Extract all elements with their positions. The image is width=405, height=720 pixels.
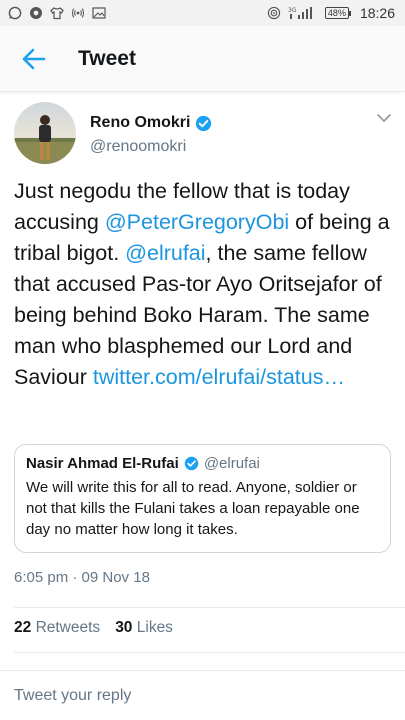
verified-badge-icon bbox=[184, 456, 199, 471]
whatsapp-icon bbox=[8, 6, 22, 20]
quoted-author-row: Nasir Ahmad El-Rufai @elrufai bbox=[26, 455, 379, 472]
back-arrow-icon bbox=[22, 48, 46, 69]
reply-placeholder: Tweet your reply bbox=[14, 686, 132, 704]
likes-label: Likes bbox=[136, 619, 173, 636]
broadcast-icon bbox=[71, 6, 85, 20]
retweets-count: 22 bbox=[14, 619, 32, 636]
battery-level: 48 bbox=[327, 8, 338, 18]
retweets-label: Retweets bbox=[35, 619, 101, 636]
quoted-author-name: Nasir Ahmad El-Rufai bbox=[26, 455, 179, 472]
mention-link[interactable]: @elrufai bbox=[125, 241, 205, 265]
author-name[interactable]: Reno Omokri bbox=[90, 114, 190, 132]
network-type-label: 3G bbox=[288, 7, 297, 14]
back-button[interactable] bbox=[18, 43, 50, 75]
page-title: Tweet bbox=[78, 46, 136, 70]
status-bar: 3G 48% 18:26 bbox=[0, 0, 405, 26]
browser-icon bbox=[29, 6, 43, 20]
likes-stat[interactable]: 30 Likes bbox=[115, 619, 173, 637]
tweet-stats: 22 Retweets 30 Likes bbox=[14, 619, 173, 637]
likes-count: 30 bbox=[115, 619, 133, 636]
author-name-row: Reno Omokri bbox=[90, 114, 212, 132]
shirt-icon bbox=[50, 6, 64, 20]
quoted-author-handle: @elrufai bbox=[203, 455, 260, 472]
mention-link[interactable]: @PeterGregoryObi bbox=[105, 210, 289, 234]
tweet-text: Just negodu the fellow that is today acc… bbox=[14, 176, 398, 393]
author-avatar[interactable] bbox=[14, 102, 76, 164]
image-icon bbox=[92, 6, 106, 20]
verified-badge-icon bbox=[196, 115, 212, 131]
hotspot-icon bbox=[267, 6, 281, 20]
status-time: 18:26 bbox=[359, 5, 395, 21]
divider bbox=[14, 607, 405, 608]
tweet-timestamp: 6:05 pm · 09 Nov 18 bbox=[14, 569, 150, 586]
url-link[interactable]: twitter.com/elrufai/status… bbox=[93, 365, 345, 389]
divider bbox=[14, 652, 405, 653]
app-header: Tweet bbox=[0, 26, 405, 92]
author-handle[interactable]: @renoomokri bbox=[90, 138, 186, 156]
chevron-down-icon[interactable] bbox=[376, 112, 392, 124]
signal-icon: 3G bbox=[288, 6, 318, 20]
quoted-tweet-text: We will write this for all to read. Anyo… bbox=[26, 479, 360, 538]
quoted-tweet[interactable]: Nasir Ahmad El-Rufai @elrufai We will wr… bbox=[14, 444, 391, 553]
tweet-author: Reno Omokri @renoomokri bbox=[14, 102, 392, 168]
battery-icon: 48% bbox=[324, 7, 351, 19]
retweets-stat[interactable]: 22 Retweets bbox=[14, 619, 100, 637]
reply-input[interactable]: Tweet your reply bbox=[0, 670, 405, 720]
